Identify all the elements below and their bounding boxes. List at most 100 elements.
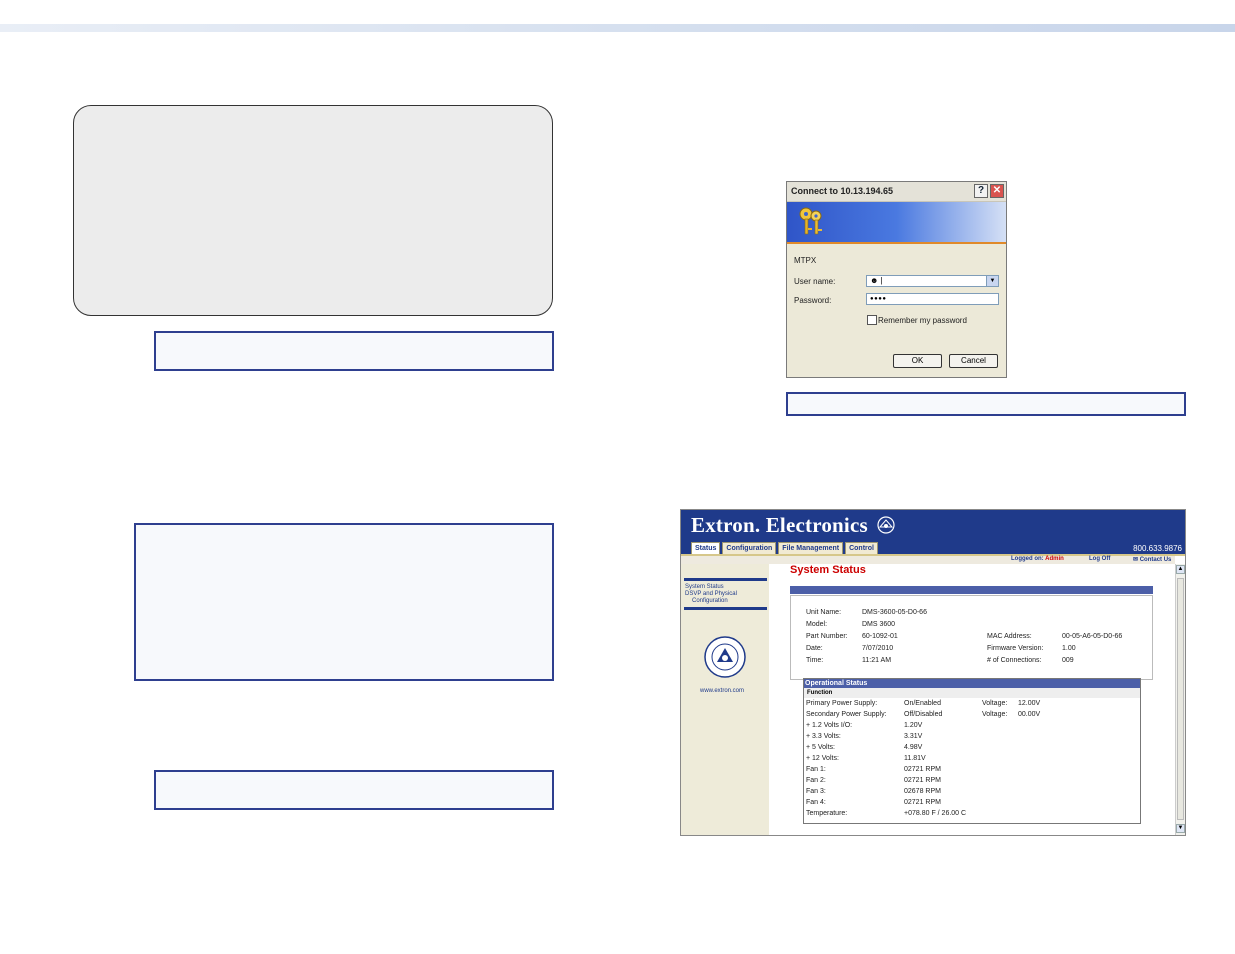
sidebar-divider-bottom [684, 607, 767, 610]
logged-on-label: Logged on: [1011, 556, 1044, 562]
op-extra-value: 12.00V [1018, 700, 1041, 707]
extron-seal-icon [704, 636, 746, 678]
password-value: ●●●● [870, 296, 887, 302]
username-value: | [880, 276, 883, 285]
op-value: 4.98V [904, 744, 923, 751]
date-label: Date: [806, 645, 823, 652]
firmware-value: 1.00 [1062, 645, 1076, 652]
tab-control[interactable]: Control [845, 542, 878, 554]
ok-button[interactable]: OK [893, 354, 942, 368]
extron-tabs: Status Configuration File Management Con… [691, 542, 878, 554]
caption-box-3 [786, 392, 1186, 416]
system-info-box: Unit Name: DMS-3600-05-D0-66 Model: DMS … [790, 595, 1153, 680]
page-title: System Status [790, 564, 866, 576]
caption-box-2 [154, 770, 554, 810]
op-label: Fan 2: [806, 777, 826, 784]
cancel-button[interactable]: Cancel [949, 354, 998, 368]
scroll-up-icon[interactable]: ▲ [1176, 565, 1185, 574]
remember-label: Remember my password [878, 316, 967, 325]
connections-label: # of Connections: [987, 657, 1042, 664]
sidebar-item-configuration[interactable]: Configuration [692, 598, 728, 605]
sidebar-divider-top [684, 578, 767, 581]
realm-label: MTPX [794, 256, 817, 265]
tab-configuration[interactable]: Configuration [722, 542, 777, 554]
remember-checkbox[interactable] [867, 315, 877, 325]
sidebar-item-system-status[interactable]: System Status [685, 584, 724, 591]
op-extra-label: Voltage: [982, 711, 1008, 718]
time-value: 11:21 AM [862, 657, 892, 664]
extron-phone: 800.633.9876 [1133, 544, 1182, 553]
password-field[interactable]: ●●●● [866, 293, 999, 305]
op-label: Fan 1: [806, 766, 826, 773]
connections-value: 009 [1062, 657, 1074, 664]
note-box [134, 523, 554, 681]
firmware-label: Firmware Version: [987, 645, 1044, 652]
scroll-down-icon[interactable]: ▼ [1176, 824, 1185, 833]
op-value: 02721 RPM [904, 766, 941, 773]
dialog-titlebar: Connect to 10.13.194.65 ? ✕ [787, 182, 1006, 202]
op-value: 3.31V [904, 733, 923, 740]
op-value: 1.20V [904, 722, 923, 729]
function-header: Function [804, 688, 1140, 698]
keys-icon [799, 207, 822, 235]
system-status-header-bar [790, 586, 1153, 594]
part-number-label: Part Number: [806, 633, 848, 640]
password-label: Password: [794, 296, 832, 305]
envelope-icon: ✉ [1133, 557, 1139, 563]
extron-logo-icon [877, 516, 895, 534]
login-dialog: Connect to 10.13.194.65 ? ✕ MTPX User na… [786, 181, 1007, 378]
op-value: 02721 RPM [904, 799, 941, 806]
op-label: Fan 3: [806, 788, 826, 795]
gray-info-panel [73, 105, 553, 316]
scroll-thumb[interactable] [1177, 578, 1184, 820]
op-label: Primary Power Supply: [806, 700, 878, 707]
op-extra-label: Voltage: [982, 700, 1008, 707]
user-icon: ☻ [870, 276, 879, 285]
model-value: DMS 3600 [862, 621, 896, 628]
sidebar-item-dsvp[interactable]: DSVP and Physical [685, 591, 737, 598]
op-label: + 5 Volts: [806, 744, 835, 751]
vertical-scrollbar[interactable]: ▲ ▼ [1175, 564, 1185, 835]
extron-url[interactable]: www.extron.com [700, 688, 744, 694]
unit-name-value: DMS-3600-05-D0-66 [862, 609, 927, 616]
op-label: Temperature: [806, 810, 848, 817]
op-extra-value: 00.00V [1018, 711, 1041, 718]
date-value: 7/07/2010 [862, 645, 894, 652]
operational-status-header: Operational Status [804, 679, 1140, 688]
logged-on-user: Admin [1045, 556, 1064, 562]
extron-brand: Extron. Electronics [691, 513, 868, 537]
time-label: Time: [806, 657, 824, 664]
op-label: + 12 Volts: [806, 755, 839, 762]
op-label: + 3.3 Volts: [806, 733, 841, 740]
help-button[interactable]: ? [974, 184, 988, 198]
dialog-title: Connect to 10.13.194.65 [791, 186, 894, 196]
contact-us-label: Contact Us [1139, 557, 1172, 563]
header-band [0, 24, 1235, 32]
model-label: Model: [806, 621, 828, 628]
op-value: 02721 RPM [904, 777, 941, 784]
username-field[interactable]: ☻ | ▼ [866, 275, 999, 287]
log-off-link[interactable]: Log Off [1089, 556, 1110, 562]
extron-status-page: Extron. Electronics Status Configuration… [680, 509, 1186, 836]
chevron-down-icon[interactable]: ▼ [986, 276, 998, 286]
op-label: + 1.2 Volts I/O: [806, 722, 853, 729]
contact-us-link[interactable]: ✉ Contact Us [1133, 556, 1171, 563]
mac-label: MAC Address: [987, 633, 1032, 640]
op-label: Secondary Power Supply: [806, 711, 887, 718]
extron-sidebar: System Status DSVP and Physical Configur… [681, 564, 769, 835]
mac-value: 00-05-A6-05-D0-66 [1062, 633, 1123, 640]
op-value: On/Enabled [904, 700, 941, 707]
part-number-value: 60-1092-01 [862, 633, 898, 640]
close-button[interactable]: ✕ [990, 184, 1004, 198]
tab-file-management[interactable]: File Management [778, 542, 844, 554]
op-value: Off/Disabled [904, 711, 943, 718]
dialog-banner [787, 202, 1006, 244]
op-label: Fan 4: [806, 799, 826, 806]
logged-on: Logged on: Admin [1011, 556, 1064, 562]
extron-main: System Status Unit Name: DMS-3600-05-D0-… [769, 564, 1175, 835]
username-label: User name: [794, 277, 836, 286]
op-value: 02678 RPM [904, 788, 941, 795]
caption-box-1 [154, 331, 554, 371]
op-value: +078.80 F / 26.00 C [904, 810, 967, 817]
tab-status[interactable]: Status [691, 542, 721, 554]
